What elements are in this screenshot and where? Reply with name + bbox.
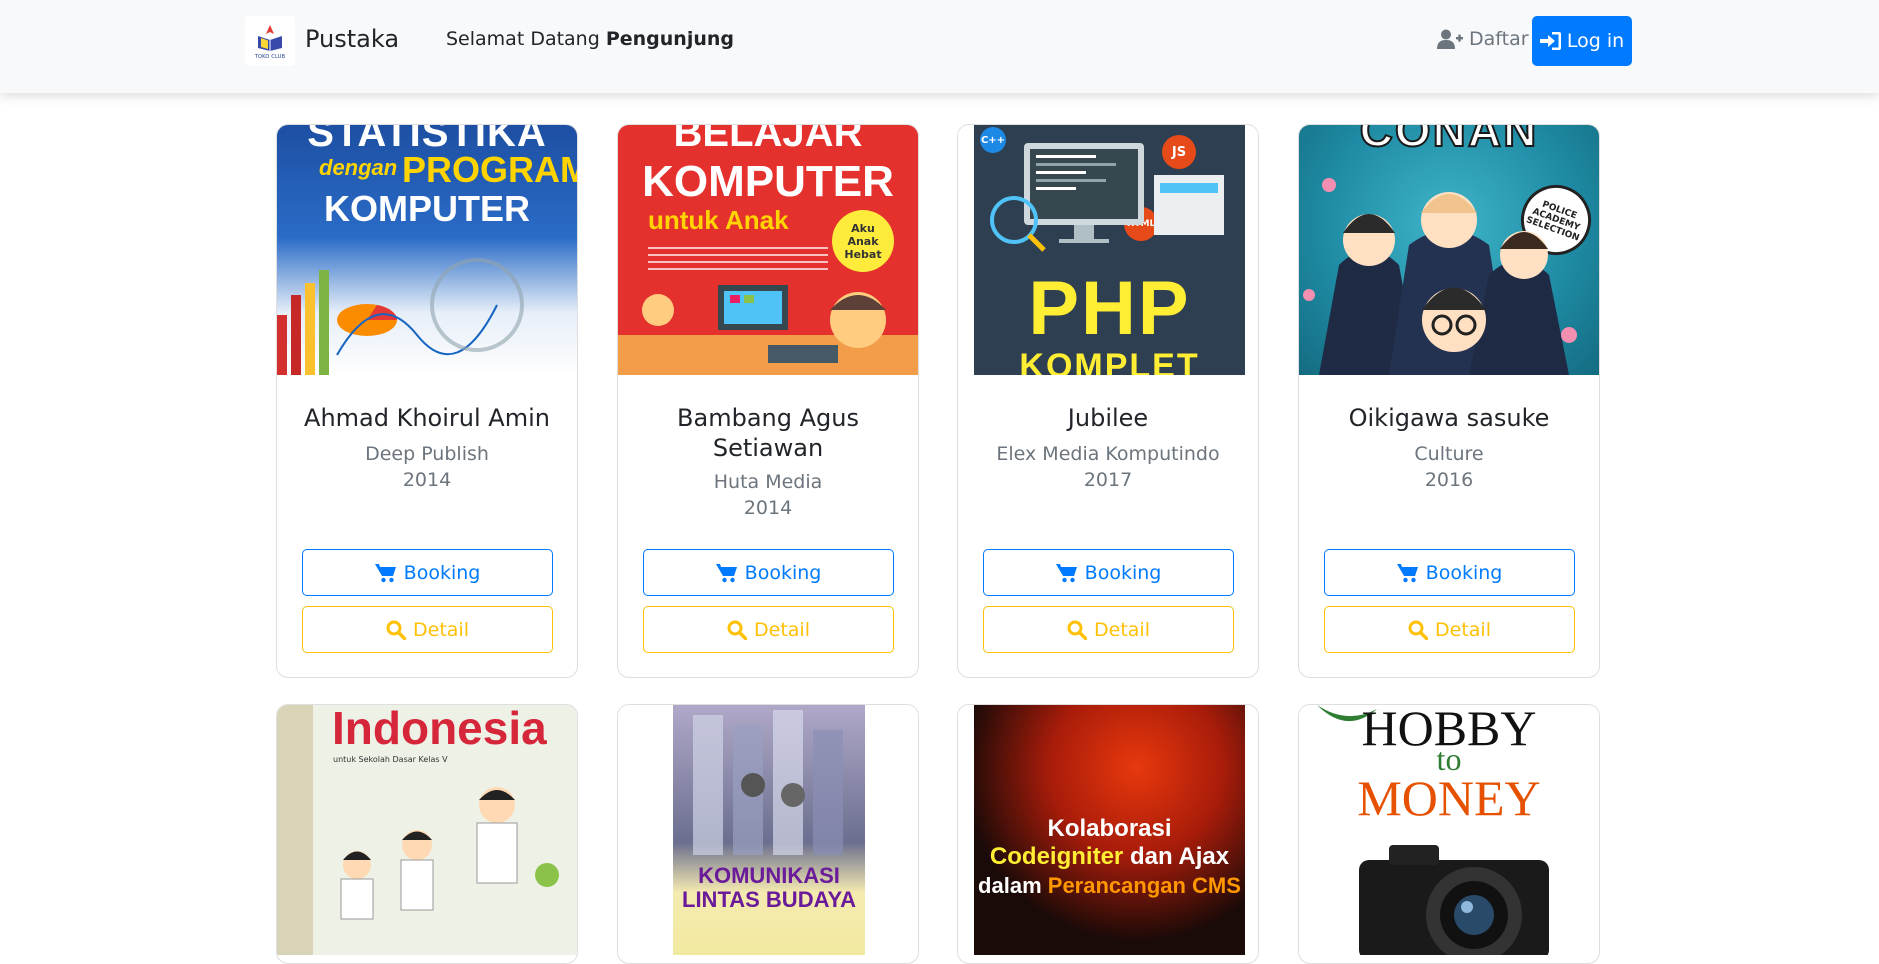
cart-icon bbox=[374, 563, 396, 582]
book-author: Bambang Agus Setiawan bbox=[677, 404, 859, 462]
search-icon bbox=[1408, 620, 1428, 640]
detail-button[interactable]: Detail bbox=[302, 606, 553, 653]
register-label: Daftar bbox=[1469, 28, 1529, 50]
cover-title: PHP bbox=[1028, 266, 1191, 351]
detail-button[interactable]: Detail bbox=[983, 606, 1234, 653]
cover-word-ajax: dan Ajax bbox=[1129, 843, 1230, 870]
chart-illustration bbox=[277, 258, 524, 375]
cart-icon bbox=[1396, 563, 1418, 582]
brand[interactable]: TOKO CLUB Pustaka bbox=[245, 16, 399, 66]
cover-title-3: KOMPUTER bbox=[324, 188, 530, 229]
book-logo-icon bbox=[258, 25, 282, 51]
camera-illustration bbox=[1359, 845, 1549, 955]
book-card: KOMUNIKASI LINTAS BUDAYA bbox=[617, 704, 919, 964]
cover-bg: KOMUNIKASI LINTAS BUDAYA bbox=[673, 705, 865, 955]
booking-button[interactable]: Booking bbox=[1324, 549, 1575, 596]
book-cover[interactable]: STATISTIKA dengan PROGRAM KOMPUTER bbox=[277, 125, 577, 375]
book-cover[interactable]: Kolaborasi Codeigniter dan Ajax dalam Pe… bbox=[958, 705, 1258, 955]
book-cover[interactable]: CONAN POLICE ACADEMY SELECTION bbox=[1299, 125, 1599, 375]
book-card: Kolaborasi Codeigniter dan Ajax dalam Pe… bbox=[957, 704, 1259, 964]
cover-subtitle: LINTAS BUDAYA bbox=[682, 887, 856, 912]
cover-subtitle: dengan bbox=[319, 155, 398, 180]
cart-icon bbox=[1055, 563, 1077, 582]
cover-title-2: KOMPUTER bbox=[642, 157, 894, 206]
login-button[interactable]: Log in bbox=[1532, 16, 1632, 66]
cover-title: BELAJAR bbox=[673, 125, 863, 155]
cover-badge: Aku Anak Hebat bbox=[832, 210, 894, 272]
computer-illustration bbox=[990, 143, 1224, 252]
students-illustration bbox=[340, 787, 559, 920]
booking-label: Booking bbox=[1425, 561, 1503, 584]
book-card: C++ JS HTML PHP KOMPLET Jubile bbox=[957, 124, 1259, 678]
cover-title-2: PROGRAM bbox=[402, 149, 577, 190]
cover-bullets bbox=[648, 247, 828, 275]
detail-label: Detail bbox=[1094, 618, 1150, 641]
booking-button[interactable]: Booking bbox=[302, 549, 553, 596]
cover-line-2: Codeigniter dan Ajax bbox=[974, 843, 1245, 871]
booking-label: Booking bbox=[744, 561, 822, 584]
cover-word-codeigniter: Codeigniter bbox=[989, 843, 1124, 870]
book-publisher: Huta Media bbox=[713, 471, 823, 493]
booking-label: Booking bbox=[1084, 561, 1162, 584]
crowd-illustration bbox=[693, 710, 843, 855]
sign-in-icon bbox=[1539, 32, 1561, 50]
book-cover[interactable]: HOBBY to MONEY bbox=[1299, 705, 1599, 955]
cart-icon bbox=[715, 563, 737, 582]
book-card: STATISTIKA dengan PROGRAM KOMPUTER Ahmad… bbox=[276, 124, 578, 678]
booking-button[interactable]: Booking bbox=[643, 549, 894, 596]
register-link[interactable]: Daftar bbox=[1437, 28, 1529, 50]
search-icon bbox=[1067, 620, 1087, 640]
detail-button[interactable]: Detail bbox=[1324, 606, 1575, 653]
welcome-prefix: Selamat Datang bbox=[446, 28, 606, 50]
user-plus-icon bbox=[1437, 29, 1463, 49]
cover-subtitle: untuk Anak bbox=[648, 205, 789, 235]
book-year: 2017 bbox=[1083, 469, 1133, 491]
cover-title: Kolaborasi bbox=[1047, 815, 1172, 842]
login-label: Log in bbox=[1566, 30, 1625, 52]
logo-text: TOKO CLUB bbox=[254, 54, 286, 60]
book-cover[interactable]: BELAJAR KOMPUTER untuk Anak Aku Anak Heb… bbox=[618, 125, 918, 375]
book-publisher: Elex Media Komputindo bbox=[996, 443, 1220, 465]
booking-button[interactable]: Booking bbox=[983, 549, 1234, 596]
kids-illustration bbox=[618, 285, 918, 375]
welcome-user: Pengunjung bbox=[605, 28, 734, 50]
brand-name: Pustaka bbox=[305, 25, 400, 53]
book-cover[interactable]: Indonesia untuk Sekolah Dasar Kelas V bbox=[277, 705, 577, 955]
book-card: BELAJAR KOMPUTER untuk Anak Aku Anak Heb… bbox=[617, 124, 919, 678]
book-author: Ahmad Khoirul Amin bbox=[304, 404, 550, 432]
cover-subtitle: untuk Sekolah Dasar Kelas V bbox=[333, 755, 448, 764]
welcome-text: Selamat Datang Pengunjung bbox=[446, 28, 734, 50]
book-author: Jubilee bbox=[1067, 404, 1149, 432]
book-cover[interactable]: KOMUNIKASI LINTAS BUDAYA bbox=[618, 705, 918, 955]
manga-illustration bbox=[1303, 178, 1577, 375]
cover-title-2: MONEY bbox=[1357, 770, 1541, 826]
cover-word-cms: Perancangan CMS bbox=[1047, 873, 1241, 898]
detail-label: Detail bbox=[413, 618, 469, 641]
cover-title: Indonesia bbox=[332, 705, 547, 754]
detail-button[interactable]: Detail bbox=[643, 606, 894, 653]
cover-word-dalam: dalam bbox=[978, 873, 1042, 898]
navbar: TOKO CLUB Pustaka Selamat Datang Pengunj… bbox=[0, 0, 1879, 93]
book-card: Indonesia untuk Sekolah Dasar Kelas V bbox=[276, 704, 578, 964]
cover-line-3: dalam Perancangan CMS bbox=[974, 873, 1245, 899]
cover-subtitle: KOMPLET bbox=[1019, 347, 1200, 375]
book-publisher: Deep Publish bbox=[365, 443, 489, 465]
book-cover[interactable]: C++ JS HTML PHP KOMPLET bbox=[958, 125, 1258, 375]
cover-title: KOMUNIKASI bbox=[698, 863, 840, 888]
detail-label: Detail bbox=[1435, 618, 1491, 641]
detail-label: Detail bbox=[754, 618, 810, 641]
cover-bg: C++ JS HTML PHP KOMPLET bbox=[974, 125, 1245, 375]
book-card: HOBBY to MONEY bbox=[1298, 704, 1600, 964]
brand-logo: TOKO CLUB bbox=[245, 16, 295, 66]
book-year: 2014 bbox=[402, 469, 452, 491]
book-year: 2016 bbox=[1424, 469, 1474, 491]
search-icon bbox=[727, 620, 747, 640]
book-year: 2014 bbox=[743, 497, 793, 519]
cover-bg: Kolaborasi Codeigniter dan Ajax dalam Pe… bbox=[974, 705, 1245, 955]
search-icon bbox=[386, 620, 406, 640]
book-publisher: Culture bbox=[1414, 443, 1484, 465]
book-card: CONAN POLICE ACADEMY SELECTION Oikigawa … bbox=[1298, 124, 1600, 678]
booking-label: Booking bbox=[403, 561, 481, 584]
book-author: Oikigawa sasuke bbox=[1348, 404, 1550, 432]
